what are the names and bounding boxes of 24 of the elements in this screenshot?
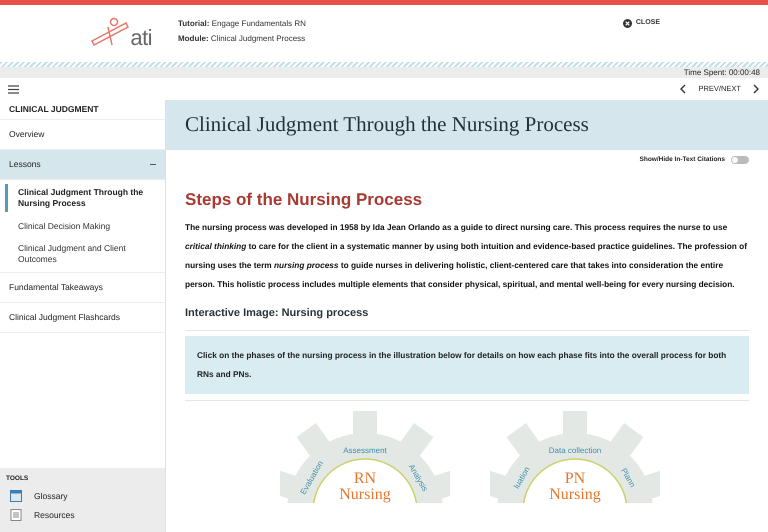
page-title: Clinical Judgment Through the Nursing Process (185, 111, 589, 138)
section-heading: Steps of the Nursing Process (185, 188, 424, 211)
sidebar-item[interactable]: Lessons (0, 150, 165, 180)
sidebar-subitem[interactable]: Clinical Judgment Through the Nursing Process (5, 184, 165, 212)
tool-link[interactable]: Resources (34, 508, 75, 522)
time-spent-text: Time Spent: 00:00:48 (684, 66, 760, 78)
module-text: Module: Clinical Judgment Process (178, 33, 306, 45)
logo-icon (90, 17, 130, 49)
chevron-left-icon[interactable] (679, 84, 686, 94)
close-icon (622, 18, 632, 28)
tutorial-text: Tutorial: Engage Fundamentals RN (178, 18, 306, 30)
tool-link[interactable]: Glossary (34, 490, 68, 502)
body-paragraph: The nursing process was developed in 1958 by Ida Jean Orlando as a guide to direct nursing care. This process requires the nurse to use critical thinking to care for the client in a systematic manner by using both intuition and evidence-based practice guidelines. The profession of nursing uses the term nursing process to guide nurses in delivering holistic, client-centered care that takes into consideration the entire person. This holistic process includes multiple elements that consider physical, spiritual, and mental well-being for every nursing decision. (185, 221, 748, 292)
subheading: Interactive Image: Nursing process (185, 305, 749, 331)
logo-text: ati (130, 27, 152, 49)
menu-icon[interactable] (8, 84, 19, 94)
chevron-right-icon[interactable] (753, 84, 760, 94)
document-icon (10, 508, 22, 521)
sidebar-title: CLINICAL JUDGMENT (9, 103, 99, 116)
citations-toggle[interactable] (731, 156, 749, 164)
instruction-text: Click on the phases of the nursing process in the illustration below for details on how each phase fits into the overall process for both RNs and PNs. (197, 348, 728, 381)
sidebar-subitem[interactable]: Clinical Decision Making (5, 212, 165, 240)
book-icon (10, 490, 22, 502)
sidebar-subitem[interactable]: Clinical Judgment and Client Outcomes (5, 240, 165, 268)
